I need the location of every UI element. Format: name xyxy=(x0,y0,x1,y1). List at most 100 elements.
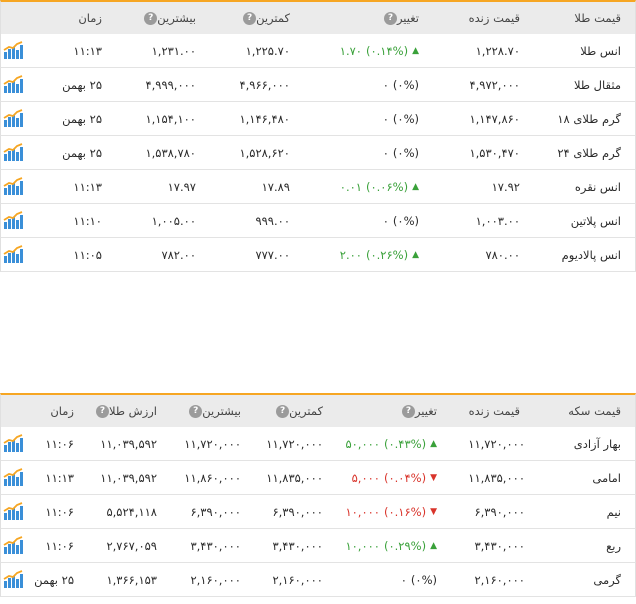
table-row[interactable]: انس طلا ۱,۲۲۸.۷۰ ۱.۷۰ (۰.۱۴%) ▲ ۱,۲۲۵.۷۰ ۱,۲۳۱… xyxy=(0,34,636,68)
price-cell: ۱۱,۷۲۰,۰۰۰ xyxy=(468,436,525,451)
table-row[interactable]: مثقال طلا ۴,۹۷۲,۰۰۰ ۰ (۰%) ۴,۹۶۶,۰۰۰ ۴,۹۹۹,۰۰… xyxy=(0,68,636,102)
bar-chart-icon[interactable] xyxy=(3,143,23,162)
coin-header-time: زمان xyxy=(50,404,74,418)
change-cell: ۰ (۰%) xyxy=(383,136,419,169)
price-cell: ۱,۰۰۳.۰۰ xyxy=(475,213,520,228)
table-row[interactable]: بهار آزادی ۱۱,۷۲۰,۰۰۰ ۵۰,۰۰۰ (۰.۴۳%) ▲ ۱۱,۷۲۰… xyxy=(0,427,636,461)
change-pct: (۰.۰۶%) xyxy=(365,179,409,194)
low-cell: ۱,۱۴۶,۴۸۰ xyxy=(239,111,290,126)
coin-table-header: قیمت سکه قیمت زنده تغییر ? کمترین ? بیشت… xyxy=(0,393,636,427)
table-row[interactable]: امامی ۱۱,۸۳۵,۰۰۰ ۵,۰۰۰ (۰.۰۴%) ▼ ۱۱,۸۳۵,۰۰۰ ۱۱… xyxy=(0,461,636,495)
question-circle-icon[interactable]: ? xyxy=(276,404,290,418)
high-cell: ۳,۴۳۰,۰۰۰ xyxy=(190,538,241,553)
change-abs: ۵۰,۰۰۰ xyxy=(345,436,380,451)
table-row[interactable]: گرم طلای ۲۴ ۱,۵۳۰,۴۷۰ ۰ (۰%) ۱,۵۲۸,۶۲۰ ۱,۵۳۸,… xyxy=(0,136,636,170)
row-name[interactable]: گرم طلای ۱۸ xyxy=(557,102,621,135)
question-circle-icon[interactable]: ? xyxy=(144,11,158,25)
low-cell: ۱,۵۲۸,۶۲۰ xyxy=(239,145,290,160)
coin-table-body: بهار آزادی ۱۱,۷۲۰,۰۰۰ ۵۰,۰۰۰ (۰.۴۳%) ▲ ۱۱,۷۲۰… xyxy=(0,427,636,597)
low-cell: ۲,۱۶۰,۰۰۰ xyxy=(272,572,323,587)
change-pct: (۰.۱۶%) xyxy=(383,504,427,519)
table-row[interactable]: نیم ۶,۳۹۰,۰۰۰ ۱۰,۰۰۰ (۰.۱۶%) ▼ ۶,۳۹۰,۰۰۰ ۶,۳۹۰… xyxy=(0,495,636,529)
triangle-down-icon: ▼ xyxy=(430,472,437,483)
time-cell: ۱۱:۰۶ xyxy=(45,504,74,519)
triangle-up-icon: ▲ xyxy=(430,540,437,551)
bar-chart-icon[interactable] xyxy=(3,177,23,196)
change-abs: ۰ xyxy=(382,111,389,126)
low-cell: ۹۹۹.۰۰ xyxy=(255,213,290,228)
gold-header-change: تغییر ? xyxy=(378,2,419,34)
question-circle-icon[interactable]: ? xyxy=(383,11,397,25)
change-cell: ۰ (۰%) xyxy=(383,102,419,135)
change-abs: ۰ xyxy=(382,213,389,228)
change-cell: ۱۰,۰۰۰ (۰.۲۹%) ▲ xyxy=(345,529,437,562)
coin-header-change: تغییر ? xyxy=(396,395,437,427)
row-name[interactable]: مثقال طلا xyxy=(574,68,621,101)
coin-header-name: قیمت سکه xyxy=(568,404,621,418)
change-pct: (۰%) xyxy=(392,213,419,228)
low-cell: ۷۷۷.۰۰ xyxy=(255,247,290,262)
row-name[interactable]: انس پلاتین xyxy=(571,204,621,237)
bar-chart-icon[interactable] xyxy=(3,211,23,230)
question-circle-icon[interactable]: ? xyxy=(95,404,109,418)
change-cell: ۰.۰۱ (۰.۰۶%) ▲ xyxy=(340,170,419,203)
change-abs: ۰.۰۱ xyxy=(339,179,362,194)
change-abs: ۰ xyxy=(382,145,389,160)
change-cell: ۱.۷۰ (۰.۱۴%) ▲ xyxy=(340,34,419,67)
row-name[interactable]: نیم xyxy=(607,495,621,528)
price-cell: ۲,۱۶۰,۰۰۰ xyxy=(474,572,525,587)
table-row[interactable]: ربع ۳,۴۳۰,۰۰۰ ۱۰,۰۰۰ (۰.۲۹%) ▲ ۳,۴۳۰,۰۰۰ ۳,۴۳۰… xyxy=(0,529,636,563)
change-cell: ۵۰,۰۰۰ (۰.۴۳%) ▲ xyxy=(345,427,437,460)
bar-chart-icon[interactable] xyxy=(3,536,23,555)
gold-value-cell: ۱۱,۰۳۹,۵۹۲ xyxy=(100,470,157,485)
bar-chart-icon[interactable] xyxy=(3,502,23,521)
bar-chart-icon[interactable] xyxy=(3,468,23,487)
bar-chart-icon[interactable] xyxy=(3,434,23,453)
price-cell: ۱۷.۹۲ xyxy=(491,179,520,194)
gold-value-cell: ۲,۷۶۷,۰۵۹ xyxy=(106,538,157,553)
bar-chart-icon[interactable] xyxy=(3,245,23,264)
time-cell: ۲۵ بهمن xyxy=(62,77,102,92)
bar-chart-icon[interactable] xyxy=(3,75,23,94)
row-name[interactable]: گرمی xyxy=(593,563,621,596)
question-circle-icon[interactable]: ? xyxy=(243,11,257,25)
table-row[interactable]: انس پلاتین ۱,۰۰۳.۰۰ ۰ (۰%) ۹۹۹.۰۰ ۱,۰۰۵.۰۰ ۱۱:… xyxy=(0,204,636,238)
bar-chart-icon[interactable] xyxy=(3,570,23,589)
change-pct: (۰.۱۴%) xyxy=(365,43,409,58)
time-cell: ۱۱:۰۵ xyxy=(73,247,102,262)
high-cell: ۶,۳۹۰,۰۰۰ xyxy=(190,504,241,519)
row-name[interactable]: گرم طلای ۲۴ xyxy=(557,136,621,169)
gold-table-header: قیمت طلا قیمت زنده تغییر ? کمترین ? بیشت… xyxy=(0,0,636,34)
coin-header-low: کمترین ? xyxy=(270,395,323,427)
change-cell: ۰ (۰%) xyxy=(401,563,437,596)
gold-header-price: قیمت زنده xyxy=(468,11,520,25)
change-pct: (۰%) xyxy=(392,145,419,160)
high-cell: ۱۷.۹۷ xyxy=(167,179,196,194)
low-cell: ۱۱,۸۳۵,۰۰۰ xyxy=(266,470,323,485)
table-row[interactable]: گرم طلای ۱۸ ۱,۱۴۷,۸۶۰ ۰ (۰%) ۱,۱۴۶,۴۸۰ ۱,۱۵۴,… xyxy=(0,102,636,136)
bar-chart-icon[interactable] xyxy=(3,41,23,60)
row-name[interactable]: انس طلا xyxy=(580,34,621,67)
high-cell: ۷۸۲.۰۰ xyxy=(161,247,196,262)
time-cell: ۱۱:۰۶ xyxy=(45,436,74,451)
change-pct: (۰%) xyxy=(392,111,419,126)
row-name[interactable]: بهار آزادی xyxy=(574,427,621,460)
table-row[interactable]: انس نقره ۱۷.۹۲ ۰.۰۱ (۰.۰۶%) ▲ ۱۷.۸۹ ۱۷.۹۷ ۱۱:۱۳ xyxy=(0,170,636,204)
time-cell: ۱۱:۱۳ xyxy=(73,43,102,58)
price-cell: ۷۸۰.۰۰ xyxy=(485,247,520,262)
triangle-up-icon: ▲ xyxy=(412,45,419,56)
change-abs: ۱۰,۰۰۰ xyxy=(345,538,380,553)
coin-header-high: بیشترین ? xyxy=(183,395,241,427)
gold-value-cell: ۱,۳۶۶,۱۵۳ xyxy=(106,572,157,587)
question-circle-icon[interactable]: ? xyxy=(401,404,415,418)
bar-chart-icon[interactable] xyxy=(3,109,23,128)
price-cell: ۱,۵۳۰,۴۷۰ xyxy=(469,145,520,160)
row-name[interactable]: ربع xyxy=(606,529,621,562)
high-cell: ۱,۰۰۵.۰۰ xyxy=(151,213,196,228)
table-row[interactable]: انس پالادیوم ۷۸۰.۰۰ ۲.۰۰ (۰.۲۶%) ▲ ۷۷۷.۰۰ ۷۸۲.… xyxy=(0,238,636,272)
row-name[interactable]: امامی xyxy=(592,461,621,494)
row-name[interactable]: انس نقره xyxy=(575,170,621,203)
question-circle-icon[interactable]: ? xyxy=(189,404,203,418)
table-row[interactable]: گرمی ۲,۱۶۰,۰۰۰ ۰ (۰%) ۲,۱۶۰,۰۰۰ ۲,۱۶۰,۰۰۰ ۱,۳۶… xyxy=(0,563,636,597)
row-name[interactable]: انس پالادیوم xyxy=(562,238,621,271)
